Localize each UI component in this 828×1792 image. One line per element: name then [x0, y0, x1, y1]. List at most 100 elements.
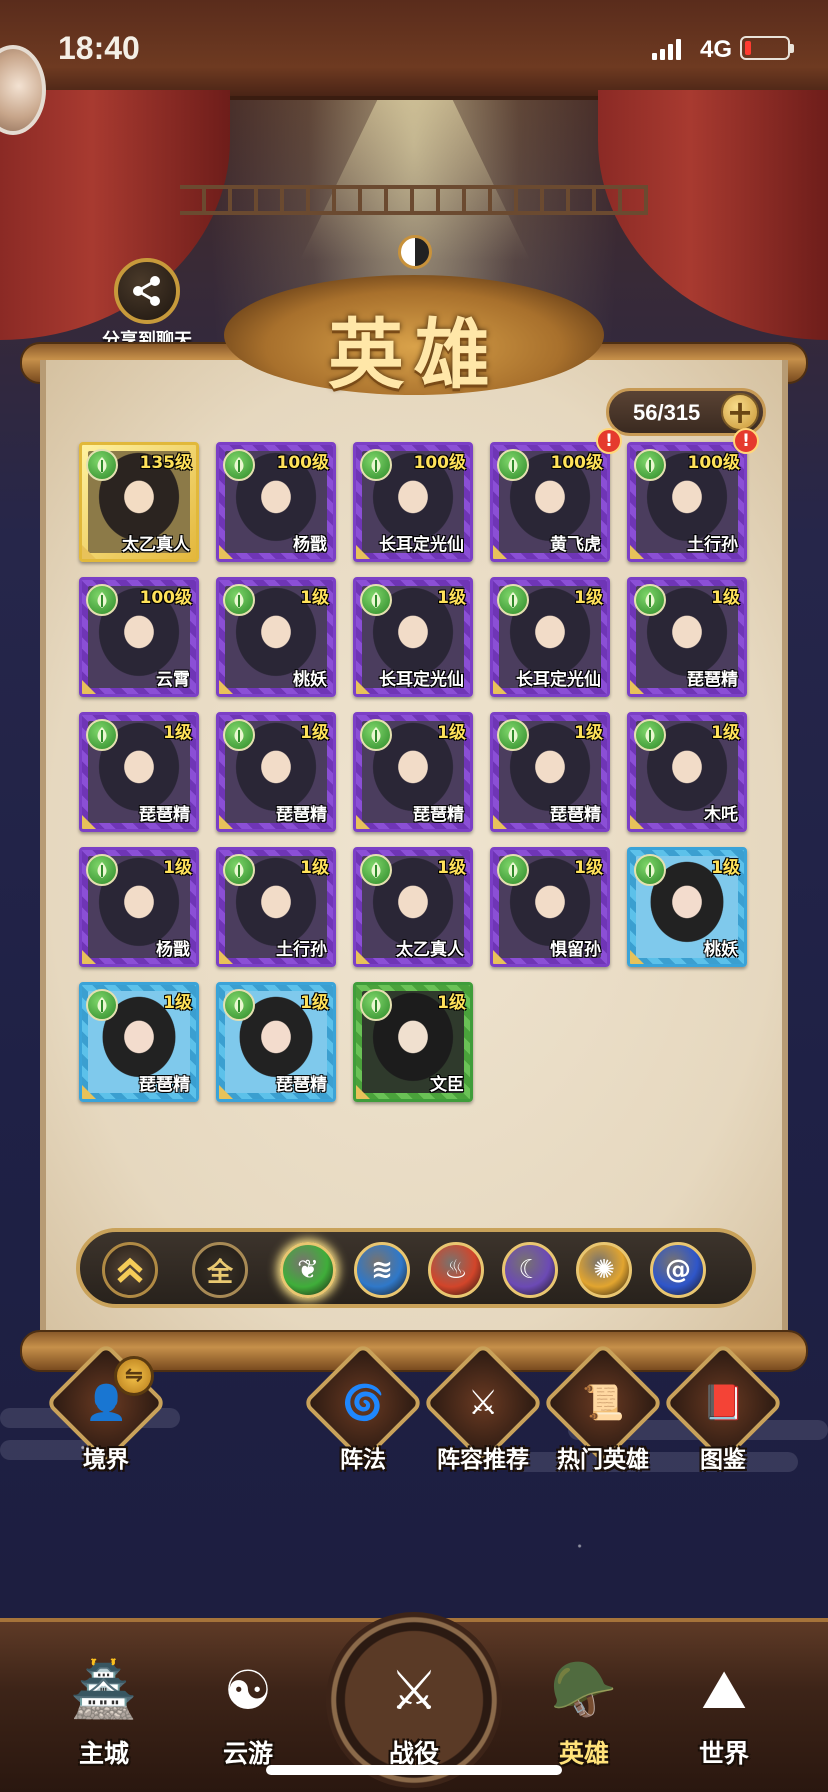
codex-button[interactable]: 📕 图鉴 [662, 1342, 784, 1474]
filter-water-button[interactable]: ≋ [354, 1242, 410, 1298]
hero-card[interactable]: 1级 琵琶精 [216, 712, 336, 832]
hero-card-wrap: 100级长耳定光仙 [353, 442, 473, 562]
hero-card-wrap: 1级土行孙 [216, 847, 336, 967]
wood-element-icon [86, 449, 118, 481]
hero-card[interactable]: 100级长耳定光仙 [353, 442, 473, 562]
filter-all-button[interactable]: 全 [192, 1242, 248, 1298]
hero-name: 太乙真人 [122, 535, 190, 555]
hero-grid: 135级 太乙真人 100级 杨戬 100级 长耳定光仙 100级 黄飞虎! 100级 土行孙! 1… [79, 428, 759, 1102]
hero-name: 长耳定光仙 [516, 670, 601, 690]
hero-name: 琵琶精 [276, 1075, 327, 1095]
hero-level: 1级 [574, 588, 603, 608]
hero-name: 长耳定光仙 [379, 670, 464, 690]
hero-name: 琵琶精 [413, 805, 464, 825]
hero-card-wrap: 100级 云霄 [79, 577, 199, 697]
hero-level: 100级 [413, 453, 467, 473]
hero-card[interactable]: 1级 杨戬 [79, 847, 199, 967]
nav-travel[interactable]: ☯ 云游 [188, 1646, 308, 1770]
hero-card-wrap: 1级 太乙真人 [353, 847, 473, 967]
hero-card-wrap: 1级长耳定光仙 [490, 577, 610, 697]
hero-card[interactable]: 1级 琵琶精 [79, 982, 199, 1102]
hero-name: 木吒 [704, 805, 738, 825]
title-plaque: 英雄 [224, 275, 604, 399]
hero-level: 100级 [687, 453, 741, 473]
wood-element-icon [634, 584, 666, 616]
hero-card[interactable]: 1级 琵琶精 [216, 982, 336, 1102]
wood-element-icon [223, 584, 255, 616]
hero-name: 桃妖 [704, 940, 738, 960]
hero-name: 长耳定光仙 [379, 535, 464, 555]
hero-helmet-icon: 🪖 [550, 1658, 618, 1721]
wood-element-icon [86, 584, 118, 616]
hero-card[interactable]: 1级 琵琶精 [490, 712, 610, 832]
share-icon [114, 258, 180, 324]
wood-element-icon [360, 989, 392, 1021]
hero-card[interactable]: 100级 云霄 [79, 577, 199, 697]
nav-battle[interactable]: ⚔ 战役 [354, 1646, 474, 1770]
home-indicator[interactable] [266, 1765, 562, 1775]
expand-capacity-button[interactable]: + [721, 393, 759, 431]
hero-card[interactable]: 1级 木吒 [627, 712, 747, 832]
hero-card[interactable]: 1级 琵琶精 [79, 712, 199, 832]
hero-card[interactable]: 1级 桃妖 [216, 577, 336, 697]
wood-element-icon [634, 854, 666, 886]
hero-level: 1级 [300, 858, 329, 878]
popular-heroes-button[interactable]: 📜 热门英雄 [542, 1342, 664, 1474]
hero-card-wrap: 1级 桃妖 [216, 577, 336, 697]
share-to-chat-button[interactable]: 分享到聊天 [92, 258, 202, 352]
hero-card-wrap: 1级 惧留孙 [490, 847, 610, 967]
realm-button[interactable]: ⇋ 👤 境界 [45, 1342, 167, 1474]
nav-main-city[interactable]: 🏯 主城 [44, 1646, 164, 1770]
formation-button[interactable]: 🌀 阵法 [302, 1342, 424, 1474]
hero-card-wrap: 1级长耳定光仙 [353, 577, 473, 697]
hero-card-wrap: 1级 杨戬 [79, 847, 199, 967]
hero-card-wrap: 135级 太乙真人 [79, 442, 199, 562]
hero-card[interactable]: 1级土行孙 [216, 847, 336, 967]
nav-heroes[interactable]: 🪖 英雄 [524, 1646, 644, 1770]
hero-card[interactable]: 100级 土行孙 [627, 442, 747, 562]
hero-card[interactable]: 1级 太乙真人 [353, 847, 473, 967]
filter-wind-button[interactable]: @ [650, 1242, 706, 1298]
hero-name: 太乙真人 [396, 940, 464, 960]
hero-name: 琵琶精 [687, 670, 738, 690]
hero-level: 1级 [437, 588, 466, 608]
filter-fire-button[interactable]: ♨ [428, 1242, 484, 1298]
hero-name: 土行孙 [276, 940, 327, 960]
hero-card[interactable]: 100级 杨戬 [216, 442, 336, 562]
nav-label: 主城 [78, 1739, 129, 1768]
hero-card[interactable]: 1级长耳定光仙 [490, 577, 610, 697]
hero-card-wrap: 100级 杨戬 [216, 442, 336, 562]
page-title: 英雄 [328, 310, 500, 399]
hero-card[interactable]: 100级 黄飞虎 [490, 442, 610, 562]
lineup-recommend-button[interactable]: ⚔ 阵容推荐 [422, 1342, 544, 1474]
rank-sort-button[interactable] [102, 1242, 158, 1298]
filter-light-button[interactable]: ✺ [576, 1242, 632, 1298]
wood-element-icon [497, 854, 529, 886]
hero-card[interactable]: 1级 琵琶精 [627, 577, 747, 697]
wood-element-icon [223, 719, 255, 751]
hero-card[interactable]: 1级长耳定光仙 [353, 577, 473, 697]
wood-element-icon [360, 719, 392, 751]
wood-element-icon [360, 584, 392, 616]
crossed-swords-icon: ⚔ [389, 1658, 439, 1722]
codex-label: 图鉴 [700, 1447, 746, 1473]
hero-card[interactable]: 135级 太乙真人 [79, 442, 199, 562]
hero-card[interactable]: 1级 桃妖 [627, 847, 747, 967]
leaf-icon: ❦ [297, 1255, 319, 1285]
signal-icon [652, 38, 681, 60]
hero-card[interactable]: 1级 文臣 [353, 982, 473, 1102]
alert-badge-icon: ! [733, 428, 759, 454]
hero-card-wrap: 1级 桃妖 [627, 847, 747, 967]
hero-card-wrap: 1级 琵琶精 [216, 712, 336, 832]
battery-icon [740, 36, 794, 60]
hero-card-wrap: 100级 黄飞虎! [490, 428, 622, 562]
hero-level: 1级 [437, 723, 466, 743]
hero-card[interactable]: 1级 惧留孙 [490, 847, 610, 967]
filter-dark-button[interactable]: ☾ [502, 1242, 558, 1298]
palace-icon: 🏯 [70, 1658, 138, 1721]
filter-wood-button[interactable]: ❦ [280, 1242, 336, 1298]
hero-name: 黄飞虎 [550, 535, 601, 555]
nav-world[interactable]: ⛰ 世界 [664, 1646, 784, 1770]
hero-level: 1级 [163, 993, 192, 1013]
hero-card[interactable]: 1级琵琶精 [353, 712, 473, 832]
